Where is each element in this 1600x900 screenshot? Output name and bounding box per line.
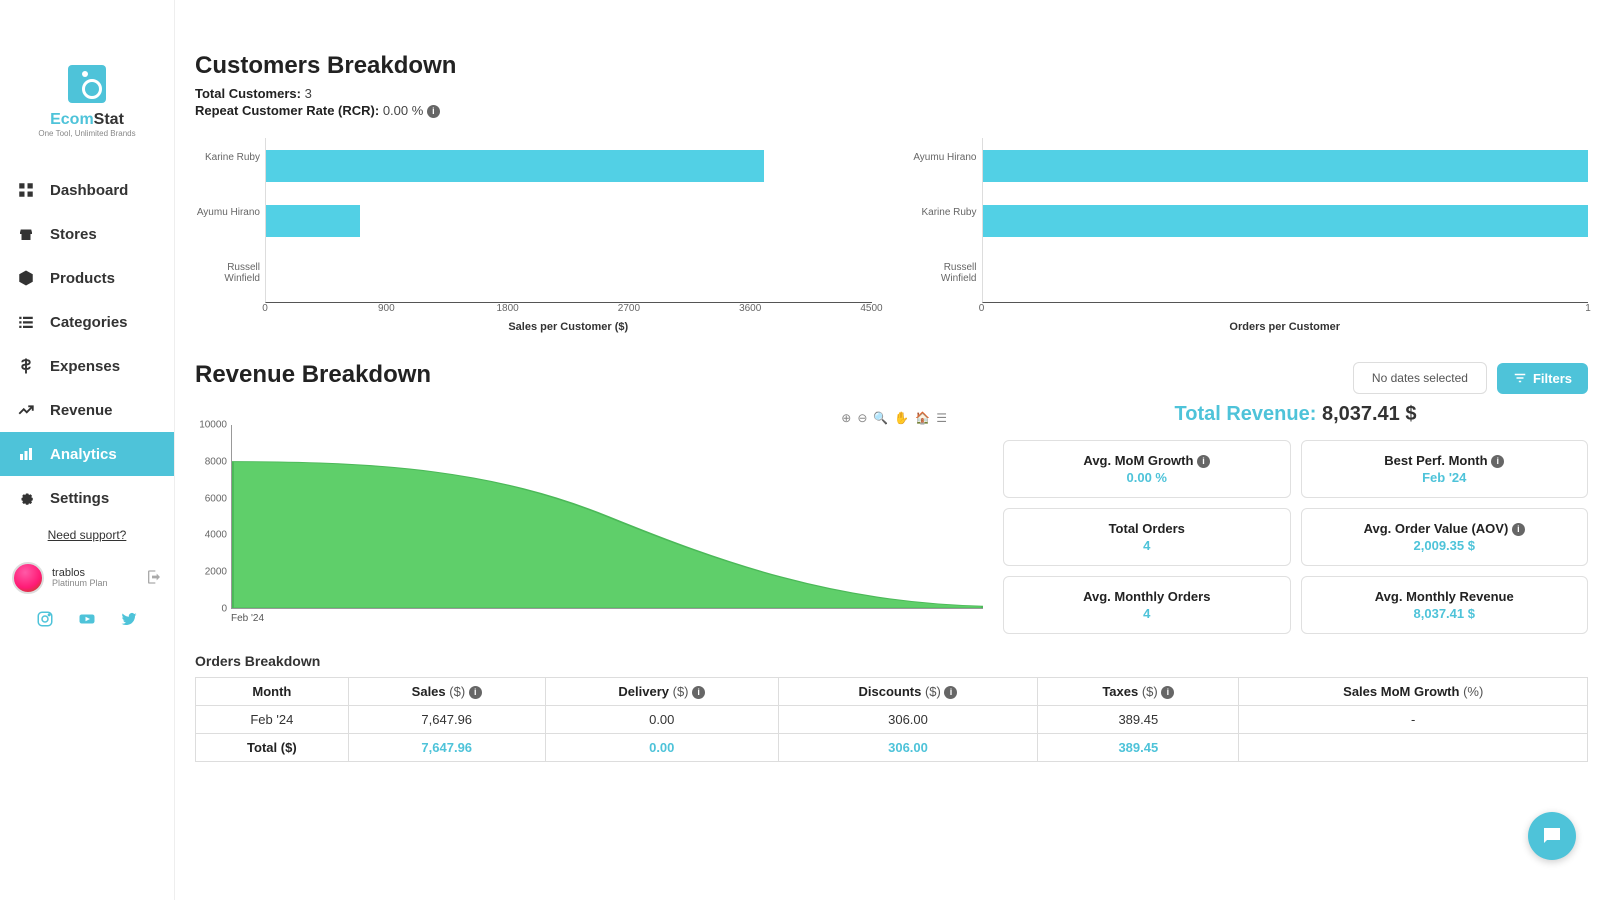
home-icon[interactable]: 🏠	[915, 411, 930, 425]
col-discounts: Discounts ($) i	[778, 678, 1037, 706]
logo-icon	[68, 65, 106, 103]
table-row: Feb '247,647.960.00 306.00389.45-	[196, 706, 1588, 734]
stat-monthly-revenue: Avg. Monthly Revenue8,037.41 $	[1301, 576, 1589, 634]
chart-toolbar: ⊕ ⊖ 🔍 ✋ 🏠 ☰	[195, 411, 947, 425]
list-icon	[16, 312, 36, 332]
nav-list: Dashboard Stores Products Categories Exp…	[0, 168, 174, 520]
table-total-row: Total ($) 7,647.960.00 306.00389.45	[196, 734, 1588, 762]
sidebar-item-expenses[interactable]: Expenses	[0, 344, 174, 388]
stat-mom-growth: Avg. MoM Growth i0.00 %	[1003, 440, 1291, 498]
col-delivery: Delivery ($) i	[545, 678, 778, 706]
col-sales: Sales ($) i	[348, 678, 545, 706]
chat-fab[interactable]	[1528, 812, 1576, 860]
sidebar-item-categories[interactable]: Categories	[0, 300, 174, 344]
dollar-icon	[16, 356, 36, 376]
sidebar: EcomStat One Tool, Unlimited Brands Dash…	[0, 0, 175, 900]
stat-best-month: Best Perf. Month iFeb '24	[1301, 440, 1589, 498]
sidebar-item-analytics[interactable]: Analytics	[0, 432, 174, 476]
grid-icon	[16, 180, 36, 200]
zoom-in-icon[interactable]: ⊕	[841, 411, 851, 425]
avatar	[12, 562, 44, 594]
twitter-icon[interactable]	[120, 610, 138, 631]
orders-table: Month Sales ($) i Delivery ($) i Discoun…	[195, 677, 1588, 762]
info-icon[interactable]: i	[1512, 523, 1525, 536]
gear-icon	[16, 488, 36, 508]
instagram-icon[interactable]	[36, 610, 54, 631]
pan-icon[interactable]: ✋	[894, 411, 909, 425]
box-icon	[16, 268, 36, 288]
sidebar-item-dashboard[interactable]: Dashboard	[0, 168, 174, 212]
user-block: trablosPlatinum Plan	[0, 562, 174, 610]
info-icon[interactable]: i	[427, 105, 440, 118]
info-icon[interactable]: i	[944, 686, 957, 699]
user-plan: Platinum Plan	[52, 579, 138, 589]
store-icon	[16, 224, 36, 244]
info-icon[interactable]: i	[1197, 455, 1210, 468]
youtube-icon[interactable]	[78, 610, 96, 631]
total-customers: Total Customers: 3	[195, 86, 1588, 101]
info-icon[interactable]: i	[469, 686, 482, 699]
chart-icon	[16, 444, 36, 464]
date-range-display[interactable]: No dates selected	[1353, 362, 1487, 394]
orders-per-customer-chart: Ayumu HiranoKarine RubyRussell Winfield …	[912, 138, 1589, 333]
support-link[interactable]: Need support?	[0, 528, 174, 542]
revenue-area-chart: 0200040006000800010000 Feb '24	[195, 425, 983, 635]
info-icon[interactable]: i	[1491, 455, 1504, 468]
logout-icon[interactable]	[146, 569, 162, 588]
sales-per-customer-chart: Karine RubyAyumu HiranoRussell Winfield …	[195, 138, 872, 333]
sidebar-item-products[interactable]: Products	[0, 256, 174, 300]
total-revenue: Total Revenue: 8,037.41 $	[1003, 403, 1588, 426]
trend-icon	[16, 400, 36, 420]
social-links	[0, 610, 174, 647]
stat-monthly-orders: Avg. Monthly Orders4	[1003, 576, 1291, 634]
sidebar-item-revenue[interactable]: Revenue	[0, 388, 174, 432]
main-content: Customers Breakdown Total Customers: 3 R…	[175, 0, 1600, 900]
revenue-title: Revenue Breakdown	[195, 361, 431, 389]
stat-aov: Avg. Order Value (AOV) i2,009.35 $	[1301, 508, 1589, 566]
stat-total-orders: Total Orders4	[1003, 508, 1291, 566]
zoom-out-icon[interactable]: ⊖	[857, 411, 867, 425]
sidebar-item-stores[interactable]: Stores	[0, 212, 174, 256]
filters-button[interactable]: Filters	[1497, 363, 1588, 394]
brand-logo: EcomStat One Tool, Unlimited Brands	[0, 55, 174, 158]
rcr-line: Repeat Customer Rate (RCR): 0.00 % i	[195, 103, 1588, 118]
search-icon[interactable]: 🔍	[873, 411, 888, 425]
info-icon[interactable]: i	[1161, 686, 1174, 699]
col-growth: Sales MoM Growth (%)	[1239, 678, 1588, 706]
info-icon[interactable]: i	[692, 686, 705, 699]
col-month: Month	[196, 678, 349, 706]
menu-icon[interactable]: ☰	[936, 411, 947, 425]
sidebar-item-settings[interactable]: Settings	[0, 476, 174, 520]
col-taxes: Taxes ($) i	[1038, 678, 1239, 706]
orders-breakdown-title: Orders Breakdown	[195, 653, 1588, 669]
customers-title: Customers Breakdown	[195, 52, 1588, 80]
